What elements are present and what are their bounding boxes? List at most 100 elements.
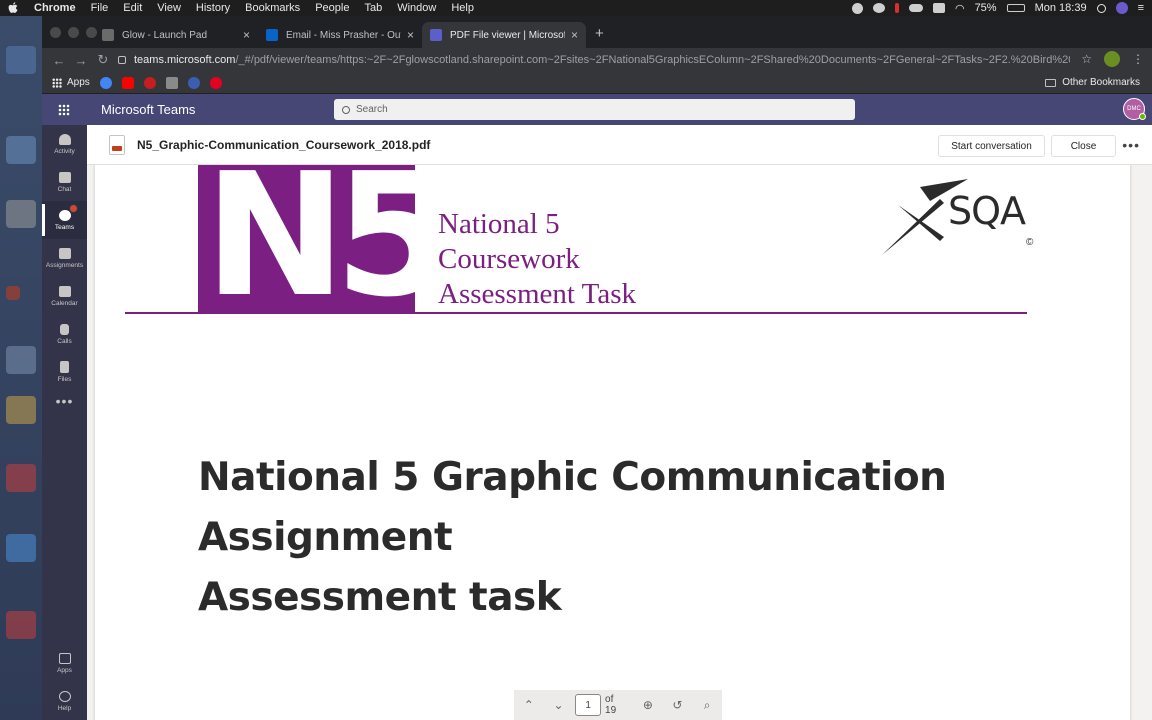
menu-view[interactable]: View [157,2,181,14]
desktop-file-icon[interactable] [6,200,36,228]
back-arrow-icon[interactable]: ← [48,53,70,68]
close-button[interactable]: Close [1051,135,1116,157]
siri-icon[interactable] [1115,2,1128,14]
tab-close-icon[interactable]: × [571,28,578,42]
desktop-file-icon[interactable] [6,286,20,300]
bookmark-apps[interactable]: Apps [52,77,90,88]
apps-grid-icon [52,77,62,88]
bookmark-star-icon[interactable]: ☆ [1081,52,1092,66]
desktop-file-icon[interactable] [6,46,36,74]
avatar[interactable]: DMC [1123,98,1146,120]
page-number-input[interactable]: 1 [575,694,602,716]
coursework-heading: National 5 Coursework Assessment Task [438,207,636,312]
blue-bookmark-icon[interactable] [187,76,200,89]
new-tab-icon[interactable]: + [595,25,604,42]
desktop-file-icon[interactable] [6,396,36,424]
menu-window[interactable]: Window [397,2,436,14]
page-total: of 19 [605,694,617,716]
search-placeholder: Search [356,104,388,115]
rail-item-teams[interactable]: Teams [42,201,87,239]
help-icon [58,690,71,702]
window-close-button[interactable] [50,27,61,38]
menu-tab[interactable]: Tab [364,2,382,14]
desktop-file-icon[interactable] [6,611,36,639]
google-icon[interactable] [99,76,112,89]
zoom-in-icon[interactable]: ⊕ [633,698,663,712]
app-launcher-icon[interactable] [42,94,86,125]
lock-icon[interactable] [118,56,126,64]
tab-close-icon[interactable]: × [243,28,250,42]
address-bar[interactable]: teams.microsoft.com /_#/pdf/viewer/teams… [118,49,1070,71]
window-minimize-button[interactable] [68,27,79,38]
rail-item-calendar[interactable]: Calendar [42,277,87,315]
creative-cloud-icon[interactable] [872,3,885,13]
app-rail: Activity Chat Teams Assignments Calendar [42,125,87,720]
reload-icon[interactable]: ↻ [92,52,114,68]
rail-item-assignments[interactable]: Assignments [42,239,87,277]
other-bookmarks[interactable]: Other Bookmarks [1045,77,1140,88]
menu-app-name[interactable]: Chrome [34,2,76,14]
rail-label: Teams [54,223,75,231]
rail-item-help[interactable]: Help [42,682,87,720]
more-options-icon[interactable]: ••• [1122,137,1140,153]
rail-label: Files [57,376,72,383]
menu-people[interactable]: People [315,2,349,14]
forward-arrow-icon[interactable]: → [70,53,92,68]
icloud-icon[interactable] [908,4,923,12]
tab-title: Glow - Launch Pad [122,29,208,41]
rail-item-calls[interactable]: Calls [42,315,87,353]
pdf-page: N5 National 5 Coursework Assessment Task [95,165,1130,720]
chat-icon [58,171,71,183]
control-center-icon[interactable]: ≡ [1138,2,1144,14]
youtube-icon[interactable] [121,76,134,89]
macos-menubar: Chrome File Edit View History Bookmarks … [0,0,1152,16]
wifi-icon[interactable]: ◠ [955,2,965,15]
pinterest-icon[interactable] [209,76,222,89]
start-conversation-button[interactable]: Start conversation [938,135,1045,157]
desktop-file-icon[interactable] [6,136,36,164]
image-bookmark-icon[interactable] [165,76,178,89]
rail-item-chat[interactable]: Chat [42,163,87,201]
search-icon [342,105,350,114]
more-apps-icon[interactable]: ••• [42,393,87,409]
pdf-canvas[interactable]: N5 National 5 Coursework Assessment Task [87,165,1152,720]
spotlight-search-icon[interactable] [1096,3,1106,13]
desktop-file-icon[interactable] [6,346,36,374]
menu-file[interactable]: File [91,2,109,14]
teams-favicon-icon [430,29,442,41]
toolbar-actions: ☆ ⋮ [1081,51,1144,67]
browser-tab-glow[interactable]: Glow - Launch Pad × [94,22,258,48]
battery-percent[interactable]: 75% [975,2,997,14]
menu-bookmarks[interactable]: Bookmarks [245,2,300,14]
menu-help[interactable]: Help [451,2,474,14]
extension-icon[interactable] [1104,51,1120,67]
desktop-file-icon[interactable] [6,534,36,562]
browser-toolbar: ← → ↻ teams.microsoft.com /_#/pdf/viewer… [42,48,1152,72]
previous-page-icon[interactable]: ⌃ [514,698,544,712]
search-input[interactable]: Search [334,99,855,120]
battery-icon[interactable] [1006,4,1025,12]
menu-history[interactable]: History [196,2,230,14]
sqa-copyright: © [1026,237,1034,248]
rail-item-activity[interactable]: Activity [42,125,87,163]
desktop-file-icon[interactable] [6,464,36,492]
next-page-icon[interactable]: ⌄ [544,698,574,712]
airplay-icon[interactable] [932,3,945,13]
pdf-viewer: N5_Graphic-Communication_Coursework_2018… [87,125,1152,720]
clock[interactable]: Mon 18:39 [1035,2,1087,14]
rail-item-files[interactable]: Files [42,353,87,391]
recording-icon[interactable] [894,3,899,13]
apple-menu-icon[interactable] [8,2,20,14]
find-icon[interactable]: ⌕ [692,698,722,713]
browser-tab-outlook[interactable]: Email - Miss Prasher - Outlook × [258,22,422,48]
chrome-menu-icon[interactable]: ⋮ [1132,52,1144,66]
rail-item-apps[interactable]: Apps [42,644,87,682]
red-bookmark-icon[interactable] [143,76,156,89]
heading-line: Assessment Task [438,278,637,310]
window-controls [50,27,97,38]
rotate-icon[interactable]: ↺ [663,698,693,712]
tab-close-icon[interactable]: × [407,28,414,42]
sync-status-icon[interactable] [851,2,863,14]
menu-edit[interactable]: Edit [123,2,142,14]
browser-tab-pdf-viewer[interactable]: PDF File viewer | Microsoft Tea × [422,22,586,48]
